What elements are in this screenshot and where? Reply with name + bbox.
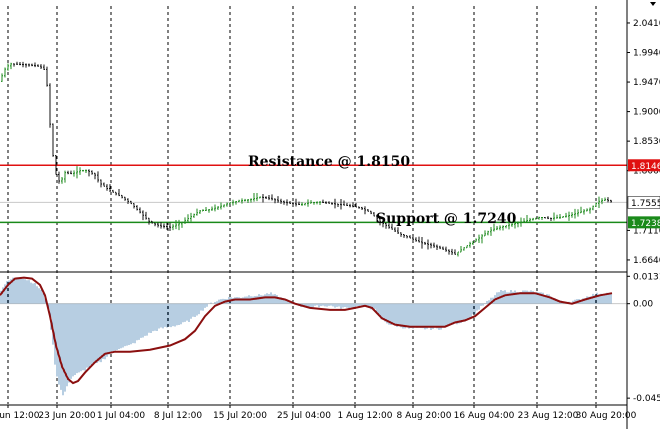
x-tick-label: 23 Jun 20:00 bbox=[38, 411, 95, 421]
osc-tick-label: 0.0131 bbox=[633, 272, 660, 282]
resistance-price-label: 1.8146 bbox=[631, 162, 660, 172]
x-tick-label: 16 Aug 04:00 bbox=[454, 411, 515, 421]
support-price-label: 1.7238 bbox=[631, 219, 660, 229]
chart-canvas: Resistance @ 1.8150 Support @ 1.7240 2.04… bbox=[0, 0, 660, 429]
price-tick-label: 1.9000 bbox=[633, 108, 660, 118]
x-tick-label: 8 Jul 12:00 bbox=[154, 411, 203, 421]
osc-tick-label: -0.0452 bbox=[633, 394, 660, 404]
current-price-label: 1.7555 bbox=[631, 199, 660, 209]
x-tick-label: 15 Jul 20:00 bbox=[213, 411, 267, 421]
price-tick-label: 1.6640 bbox=[633, 256, 660, 266]
price-tick-label: 1.9470 bbox=[633, 78, 660, 88]
x-tick-label: 23 Aug 12:00 bbox=[518, 411, 579, 421]
x-tick-label: 1 Jul 04:00 bbox=[97, 411, 146, 421]
osc-tick-label: 0.00 bbox=[633, 300, 653, 310]
x-tick-label: Jun 12:00 bbox=[0, 411, 40, 421]
price-tick-label: 2.0410 bbox=[633, 19, 660, 29]
resistance-text: Resistance @ 1.8150 bbox=[248, 154, 410, 170]
support-text: Support @ 1.7240 bbox=[376, 211, 517, 227]
x-tick-label: 30 Aug 20:00 bbox=[576, 411, 637, 421]
x-tick-label: 25 Jul 04:00 bbox=[277, 411, 331, 421]
x-tick-label: 1 Aug 12:00 bbox=[338, 411, 393, 421]
forex-chart: Resistance @ 1.8150 Support @ 1.7240 2.04… bbox=[0, 0, 660, 429]
price-tick-label: 1.9940 bbox=[633, 49, 660, 59]
x-tick-label: 8 Aug 20:00 bbox=[397, 411, 452, 421]
price-tick-label: 1.8530 bbox=[633, 137, 660, 147]
